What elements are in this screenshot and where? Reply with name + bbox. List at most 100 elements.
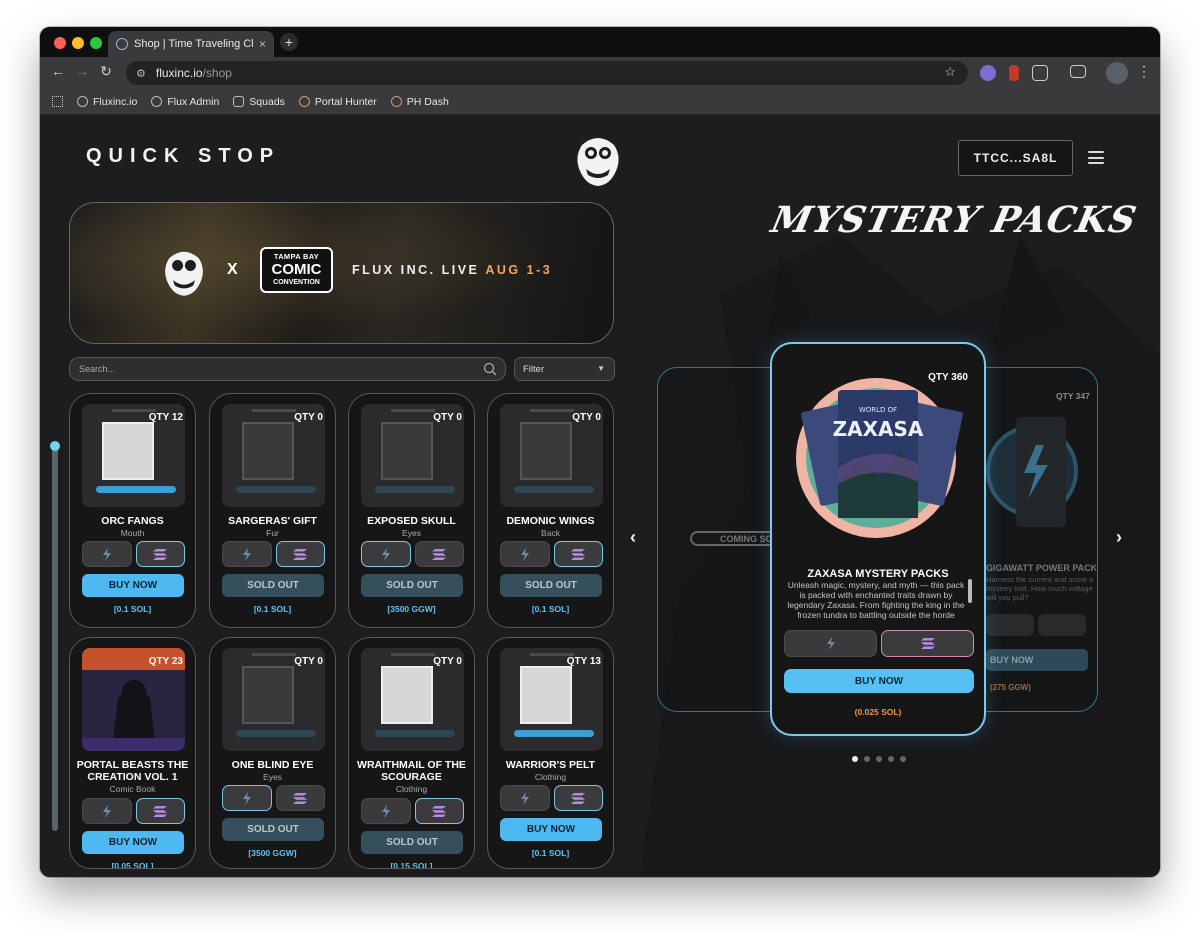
price-range-track[interactable] — [52, 447, 58, 831]
carousel-next-icon[interactable]: › — [1116, 527, 1122, 548]
url-host: fluxinc.io — [155, 66, 203, 80]
ggw-currency-option[interactable] — [784, 630, 877, 657]
featured-title: ZAXASA MYSTERY PACKS — [807, 568, 949, 580]
search-input[interactable] — [79, 364, 459, 374]
profile-avatar[interactable] — [1106, 62, 1128, 84]
lightning-bolt-icon — [826, 637, 835, 650]
sol-currency-option[interactable] — [414, 541, 464, 567]
forward-icon[interactable]: → — [72, 63, 92, 79]
product-name: SARGERAS' GIFT — [228, 515, 317, 527]
tbcc-line-2: COMIC — [271, 260, 322, 278]
sold-out-button[interactable]: SOLD OUT — [500, 574, 602, 597]
address-bar[interactable]: ⚙ fluxinc.io/shop ☆ — [126, 61, 968, 85]
sol-currency-option[interactable] — [414, 798, 464, 824]
sold-out-button[interactable]: SOLD OUT — [222, 574, 324, 597]
product-card[interactable]: QTY 23 PORTAL BEASTS THE CREATION VOL. 1C… — [69, 637, 196, 869]
right-card-currency-toggle[interactable] — [986, 614, 1086, 636]
product-card[interactable]: QTY 0 SARGERAS' GIFT Fur SOLD OUT [0.1 SOL] — [209, 393, 336, 628]
ggw-currency-option[interactable] — [222, 785, 272, 811]
description-scrollbar[interactable] — [968, 579, 972, 603]
buy-now-button[interactable]: BUY NOW — [82, 574, 184, 597]
sold-out-button[interactable]: SOLD OUT — [361, 831, 463, 854]
product-card[interactable]: QTY 12 ORC FANGS Mouth BUY NOW [0.1 SOL] — [69, 393, 196, 628]
new-tab-button[interactable]: + — [280, 33, 298, 51]
ggw-currency-option[interactable] — [361, 798, 411, 824]
zoom-window-button[interactable] — [90, 37, 102, 49]
minimize-window-button[interactable] — [72, 37, 84, 49]
solana-icon — [920, 638, 935, 649]
carousel-dot[interactable] — [864, 756, 870, 762]
carousel-prev-icon[interactable]: ‹ — [630, 527, 636, 548]
close-window-button[interactable] — [54, 37, 66, 49]
bookmark-flux-admin[interactable]: Flux Admin — [151, 96, 219, 108]
site-logo-text[interactable]: QUICK STOP — [86, 145, 280, 168]
chimp-logo-icon[interactable] — [574, 131, 622, 187]
filter-dropdown[interactable]: Filter ▼ — [514, 357, 615, 381]
portal-hunter-bookmark-icon — [298, 96, 310, 107]
buy-now-button[interactable]: BUY NOW — [82, 831, 184, 854]
apps-grid-icon[interactable] — [52, 96, 63, 107]
product-card[interactable]: QTY 0 ONE BLIND EYE Eyes SOLD OUT [3500 GGW] — [209, 637, 336, 869]
zaxasa-pack-art: WORLD OF ZAXASA — [796, 378, 963, 538]
ggw-currency-option[interactable] — [82, 798, 132, 824]
extension-ghost-icon[interactable] — [980, 65, 996, 81]
bookmark-star-icon[interactable]: ☆ — [944, 64, 956, 80]
sold-out-button[interactable]: SOLD OUT — [222, 818, 324, 841]
search-box[interactable] — [69, 357, 506, 381]
currency-toggle — [500, 785, 603, 811]
bookmark-label: Fluxinc.io — [93, 95, 138, 108]
extensions-puzzle-icon[interactable] — [1032, 65, 1048, 81]
promo-banner[interactable]: X TAMPA BAY COMIC CONVENTION FLUX INC. L… — [69, 202, 614, 344]
mystery-packs-title: MYSTERY PACKS — [767, 199, 1141, 241]
ggw-currency-option[interactable] — [500, 785, 550, 811]
extension-lock-icon[interactable] — [1009, 65, 1019, 81]
bookmark-squads[interactable]: Squads — [233, 96, 285, 108]
product-name: DEMONIC WINGS — [506, 515, 595, 527]
browser-tab[interactable]: Shop | Time Traveling Chimps × — [108, 31, 274, 57]
sol-currency-option[interactable] — [275, 541, 325, 567]
hamburger-menu-icon[interactable] — [1088, 151, 1104, 164]
product-card[interactable]: QTY 0 DEMONIC WINGS Back SOLD OUT [0.1 SOL] — [487, 393, 614, 628]
ggw-currency-option[interactable] — [82, 541, 132, 567]
sol-currency-option[interactable] — [275, 785, 325, 811]
product-card[interactable]: QTY 13 WARRIOR'S PELT Clothing BUY NOW [0.1 … — [487, 637, 614, 869]
bookmark-portal-hunter[interactable]: Portal Hunter — [298, 96, 377, 108]
carousel-dot[interactable] — [852, 756, 858, 762]
product-card[interactable]: QTY 0 EXPOSED SKULL Eyes SOLD OUT [3500 GGW] — [348, 393, 475, 628]
solana-icon — [293, 792, 308, 804]
product-card[interactable]: QTY 0 WRAITHMAIL OF THE SCOURAGE Clothing S… — [348, 637, 475, 869]
reload-icon[interactable]: ↻ — [96, 63, 116, 80]
price-range-handle[interactable] — [50, 441, 60, 451]
tab-close-icon[interactable]: × — [259, 37, 266, 51]
browser-menu-icon[interactable]: ⋮ — [1134, 63, 1154, 80]
lightning-bolt-icon — [102, 804, 111, 818]
sol-currency-option[interactable] — [135, 541, 185, 567]
sol-currency-option[interactable] — [881, 630, 974, 657]
back-icon[interactable]: ← — [48, 63, 68, 79]
carousel-dot[interactable] — [888, 756, 894, 762]
tab-search-icon[interactable] — [1070, 65, 1086, 78]
sol-currency-option[interactable] — [553, 541, 603, 567]
search-icon[interactable] — [483, 362, 497, 376]
tbcc-line-1: TAMPA BAY — [273, 252, 320, 261]
wallet-button[interactable]: TTCC...SA8L — [958, 140, 1073, 176]
ggw-currency-option[interactable] — [222, 541, 272, 567]
bookmark-fluxinc[interactable]: Fluxinc.io — [77, 96, 137, 108]
sold-out-button[interactable]: SOLD OUT — [361, 574, 463, 597]
sol-currency-option[interactable] — [553, 785, 603, 811]
featured-buy-button[interactable]: BUY NOW — [784, 669, 974, 693]
browser-toolbar: ← → ↻ ⚙ fluxinc.io/shop ☆ ⋮ — [40, 57, 1160, 89]
featured-currency-toggle — [784, 630, 974, 657]
carousel-dot[interactable] — [876, 756, 882, 762]
featured-mystery-card[interactable]: QTY 360 WORLD OF ZAXASA ZAXASA MYSTERY P… — [770, 342, 986, 736]
ggw-currency-option[interactable] — [361, 541, 411, 567]
right-card-buy-button[interactable]: BUY NOW — [986, 649, 1088, 671]
sol-currency-option[interactable] — [135, 798, 185, 824]
buy-now-button[interactable]: BUY NOW — [500, 818, 602, 841]
product-category: Mouth — [120, 528, 145, 538]
carousel-dot[interactable] — [900, 756, 906, 762]
product-name: ORC FANGS — [101, 515, 164, 527]
bookmark-ph-dash[interactable]: PH Dash — [390, 96, 449, 108]
site-info-icon[interactable]: ⚙ — [136, 67, 146, 80]
ggw-currency-option[interactable] — [500, 541, 550, 567]
